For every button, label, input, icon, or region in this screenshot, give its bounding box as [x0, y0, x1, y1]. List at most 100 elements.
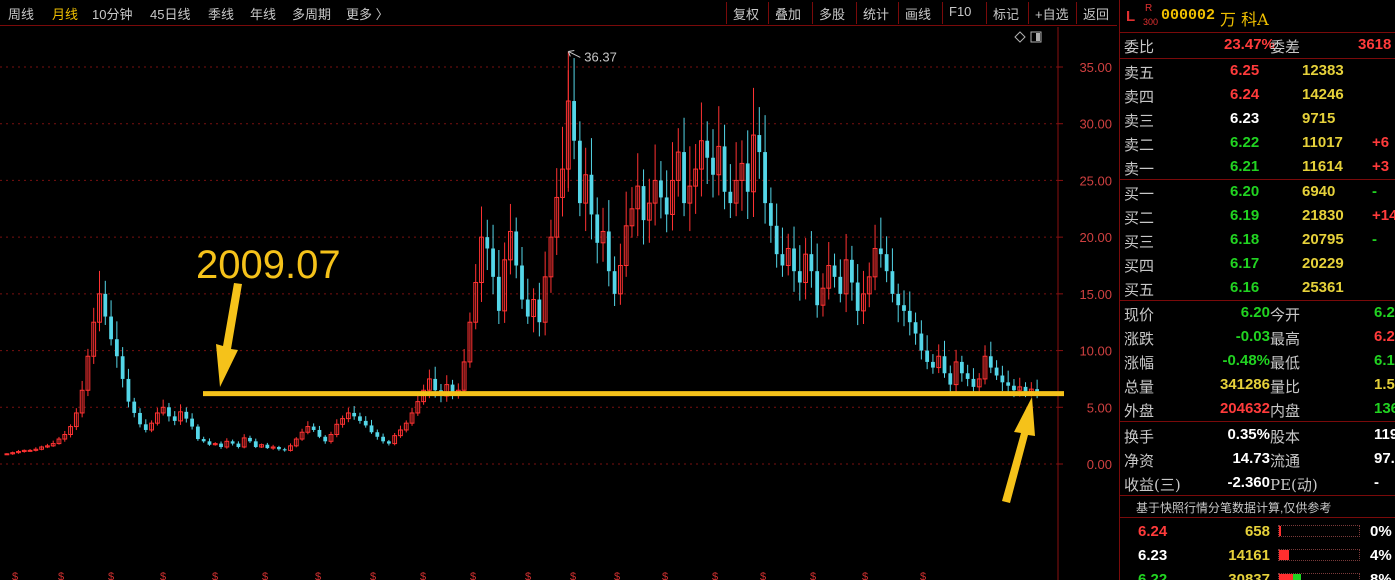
dividend-marker-icon: $ [58, 571, 64, 580]
draw-line-button[interactable]: 画线 [898, 2, 937, 24]
candle-body [711, 157, 715, 175]
kline-chart[interactable]: 35.00 30.00 25.00 20.00 15.00 10.00 5.00 0.00 $… [0, 27, 1117, 580]
chart-grid [0, 66, 1058, 465]
tab-more[interactable]: 更多 〉 [346, 4, 389, 23]
quote-panel: L R 300 000002 万 科A 委比 23.47% 委差 3618 卖五… [1119, 0, 1395, 580]
stat-value: 6.2 [1374, 304, 1395, 321]
disclaimer-note: 基于快照行情分笔数据计算,仅供参考 [1136, 501, 1332, 515]
annotations: 36.37 2009.07 [196, 49, 1064, 503]
tick-percent: 0% [1370, 523, 1392, 540]
candle-body [172, 416, 177, 421]
candle-body [902, 305, 906, 311]
candle-body [577, 140, 582, 204]
tick-bar [1278, 525, 1360, 537]
candle-body [375, 432, 380, 437]
quote.asks-label: 卖一 [1124, 160, 1155, 178]
candle-body [496, 276, 501, 311]
stat-label: 最低 [1270, 354, 1301, 372]
axis-tick-label: 0.00 [1087, 457, 1112, 472]
candle-body [103, 293, 108, 317]
add-watchlist-button[interactable]: +自选 [1028, 2, 1075, 24]
axis-tick-label: 25.00 [1079, 173, 1112, 188]
candle-body [520, 265, 524, 300]
candle-body [1006, 382, 1011, 386]
mark-button[interactable]: 标记 [986, 2, 1025, 24]
adjust-button[interactable]: 复权 [726, 2, 765, 24]
stats-row: 总量 341286 量比 1.5 [1120, 373, 1395, 397]
tab-yearly[interactable]: 年线 [250, 4, 276, 23]
peak-arrow [567, 49, 581, 58]
candle-body [988, 356, 993, 368]
candle-body [138, 412, 142, 425]
quote.bids-change: - [1372, 231, 1377, 248]
multi-stock-button[interactable]: 多股 [812, 2, 851, 24]
candle-body [277, 446, 281, 450]
quote.asks-row: 卖四 6.24 14246 [1120, 83, 1395, 107]
quote.asks-volume: 11614 [1302, 158, 1343, 175]
tab-45day[interactable]: 45日线 [150, 4, 190, 23]
stock-code: 000002 [1161, 7, 1216, 24]
candle-body [230, 441, 235, 444]
candle-body [381, 436, 385, 442]
candle-body [942, 356, 947, 374]
candle-body [595, 214, 600, 243]
candle-body [948, 373, 953, 385]
quote.bids-price: 6.17 [1230, 255, 1260, 272]
dividend-marker-icon: $ [108, 571, 114, 580]
tab-monthly[interactable]: 月线 [52, 4, 78, 23]
candle-body [386, 441, 391, 444]
candle-body [913, 322, 918, 334]
candle-body [27, 449, 33, 452]
candle-body [369, 425, 374, 433]
axis-tick-label: 5.00 [1087, 400, 1112, 415]
tick-bar [1278, 549, 1360, 561]
stat-value: 6.20 [1240, 304, 1270, 321]
candle-body [433, 378, 438, 391]
stat-value: 14.73 [1232, 450, 1270, 467]
dividend-marker-icon: $ [315, 571, 321, 580]
tab-multi-period[interactable]: 多周期 [292, 4, 331, 23]
stat-value: -2.360 [1227, 474, 1270, 491]
back-button[interactable]: 返回 [1076, 2, 1115, 24]
annotation-text: 2009.07 [196, 243, 341, 287]
candle-body [659, 180, 663, 198]
candle-body [126, 378, 131, 402]
quote.bids-row: 买三 6.18 20795 - [1120, 228, 1395, 252]
tab-weekly[interactable]: 周线 [8, 4, 34, 23]
window-icons[interactable] [1012, 31, 1042, 45]
candle-body [606, 231, 611, 272]
tab-quarterly[interactable]: 季线 [208, 4, 234, 23]
tick-bar-green [1293, 574, 1302, 580]
tick-volume: 30837 [1228, 571, 1270, 580]
stat-label: 股本 [1270, 428, 1301, 446]
candle-body [641, 186, 646, 221]
candle-body [757, 135, 762, 153]
quote.bids-volume: 25361 [1302, 279, 1344, 296]
dividend-marker-icon: $ [570, 571, 576, 580]
tick-price: 6.23 [1138, 547, 1168, 564]
statistics-button[interactable]: 统计 [856, 2, 895, 24]
stat-value: 1.5 [1374, 376, 1395, 393]
bottom-marks: $ $ $ $ $ $ $ $ $ $ $ $ $ $ $ $ $ $ $ [12, 571, 926, 580]
candle-body [236, 443, 241, 447]
overlay-button[interactable]: 叠加 [768, 2, 807, 24]
candle-body [195, 426, 200, 440]
candle-body [925, 350, 930, 362]
candle-body [919, 333, 924, 351]
stock-name: 万 科A [1220, 10, 1269, 29]
quote.asks-label: 卖二 [1124, 136, 1155, 154]
stats2-row: 换手 0.35% 股本 119 [1120, 423, 1395, 447]
tick-percent: 4% [1370, 547, 1392, 564]
candle-body [722, 146, 727, 192]
axis-tick-label: 35.00 [1079, 60, 1112, 75]
arrow-down-icon [216, 283, 242, 387]
quote.bids-label: 买一 [1124, 185, 1155, 203]
candle-body [352, 412, 357, 417]
candle-body [184, 411, 189, 419]
candle-body [114, 339, 119, 357]
candle-body [109, 316, 113, 340]
tab-10min[interactable]: 10分钟 [92, 4, 132, 23]
quote.asks-price: 6.24 [1230, 86, 1260, 103]
tick-price: 6.22 [1138, 571, 1168, 580]
f10-button[interactable]: F10 [942, 2, 977, 24]
